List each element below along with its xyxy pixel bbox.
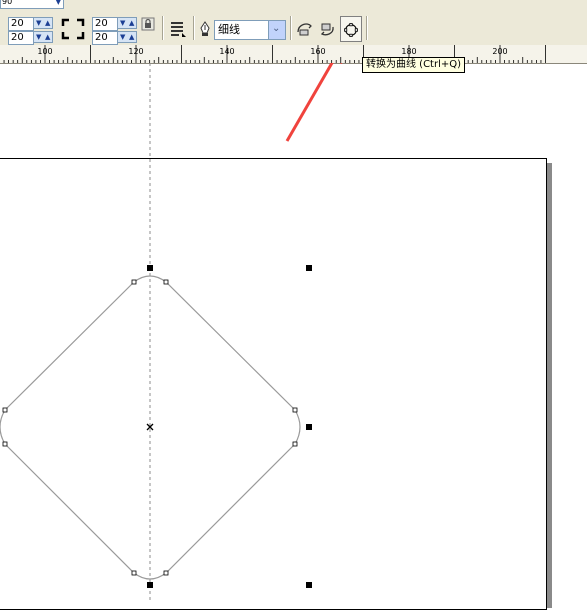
node-handle[interactable] [131, 279, 137, 285]
corner-radius-bottom-right-spinner[interactable]: ▼ ▲ [117, 31, 137, 43]
corner-radius-top-left-field[interactable]: 20 [8, 17, 34, 31]
node-handle[interactable] [131, 570, 137, 576]
lock-icon[interactable] [140, 16, 156, 32]
spin-up-icon: ▲ [45, 19, 51, 27]
toolbar-separator [290, 16, 292, 40]
corner-radius-top-left-spinner[interactable]: ▼ ▲ [33, 17, 53, 29]
chevron-down-icon: ▼ [55, 0, 61, 6]
corner-radius-bottom-left-spinner[interactable]: ▼ ▲ [33, 31, 53, 43]
ruler-label-200: 200 [492, 47, 508, 56]
spin-down-icon: ▼ [120, 19, 126, 27]
red-arrow-annotation [285, 63, 343, 142]
outline-width-value: 细线 [218, 23, 240, 36]
selection-handle-bottom[interactable] [147, 582, 153, 588]
pen-nib-icon [197, 20, 213, 38]
spin-up-icon: ▲ [129, 19, 135, 27]
property-bar: 90 ▼ 20 ▼ ▲ 20 ▼ ▲ 20 ▼ ▲ 20 ▼ ▲ 细线 ⌄ [0, 0, 587, 46]
ruler-label-140: 140 [219, 47, 235, 56]
send-to-back-icon[interactable] [317, 19, 337, 39]
ruler-label-100: 100 [37, 47, 53, 56]
selection-handle-right[interactable] [306, 424, 312, 430]
tooltip: 转换为曲线 (Ctrl+Q) [362, 57, 466, 73]
spin-down-icon: ▼ [36, 33, 42, 41]
selection-handle-top-right[interactable] [306, 265, 312, 271]
outline-width-select[interactable]: 细线 ⌄ [214, 20, 286, 40]
top-dropdown-value: 90 [2, 0, 13, 6]
selection-handle-bottom-right[interactable] [306, 582, 312, 588]
toolbar-separator [162, 16, 164, 40]
ruler-label-180: 180 [401, 47, 417, 56]
corner-radius-top-right-field[interactable]: 20 [92, 17, 118, 31]
dropdown-button[interactable]: ⌄ [268, 21, 285, 39]
convert-to-curves-icon [344, 22, 358, 41]
bring-to-front-icon[interactable] [295, 19, 315, 39]
drawing-canvas[interactable] [0, 63, 587, 600]
tooltip-text: 转换为曲线 (Ctrl+Q) [366, 59, 462, 70]
node-handle[interactable] [292, 441, 298, 447]
toolbar-separator [366, 16, 368, 40]
spin-up-icon: ▲ [129, 33, 135, 41]
corner-radius-bottom-right-field[interactable]: 20 [92, 31, 118, 45]
corner-radius-bottom-left-field[interactable]: 20 [8, 31, 34, 45]
node-handle[interactable] [163, 570, 169, 576]
corner-bracket-icon [60, 17, 86, 41]
spin-down-icon: ▼ [120, 33, 126, 41]
toolbar-separator [193, 16, 195, 40]
top-dropdown[interactable]: 90 ▼ [0, 0, 64, 9]
horizontal-ruler[interactable]: 100 120 140 160 180 200 [0, 45, 587, 64]
spin-up-icon: ▲ [45, 33, 51, 41]
ruler-label-160: 160 [310, 47, 326, 56]
spin-down-icon: ▼ [36, 19, 42, 27]
convert-to-curves-button[interactable] [340, 16, 362, 42]
node-handle[interactable] [292, 407, 298, 413]
ruler-label-120: 120 [128, 47, 144, 56]
selection-handle-top[interactable] [147, 265, 153, 271]
corner-radius-top-right-spinner[interactable]: ▼ ▲ [117, 17, 137, 29]
node-handle[interactable] [163, 279, 169, 285]
node-handle[interactable] [2, 407, 8, 413]
node-handle[interactable] [2, 441, 8, 447]
text-wrap-icon[interactable] [168, 19, 188, 39]
chevron-down-icon: ⌄ [272, 23, 281, 34]
